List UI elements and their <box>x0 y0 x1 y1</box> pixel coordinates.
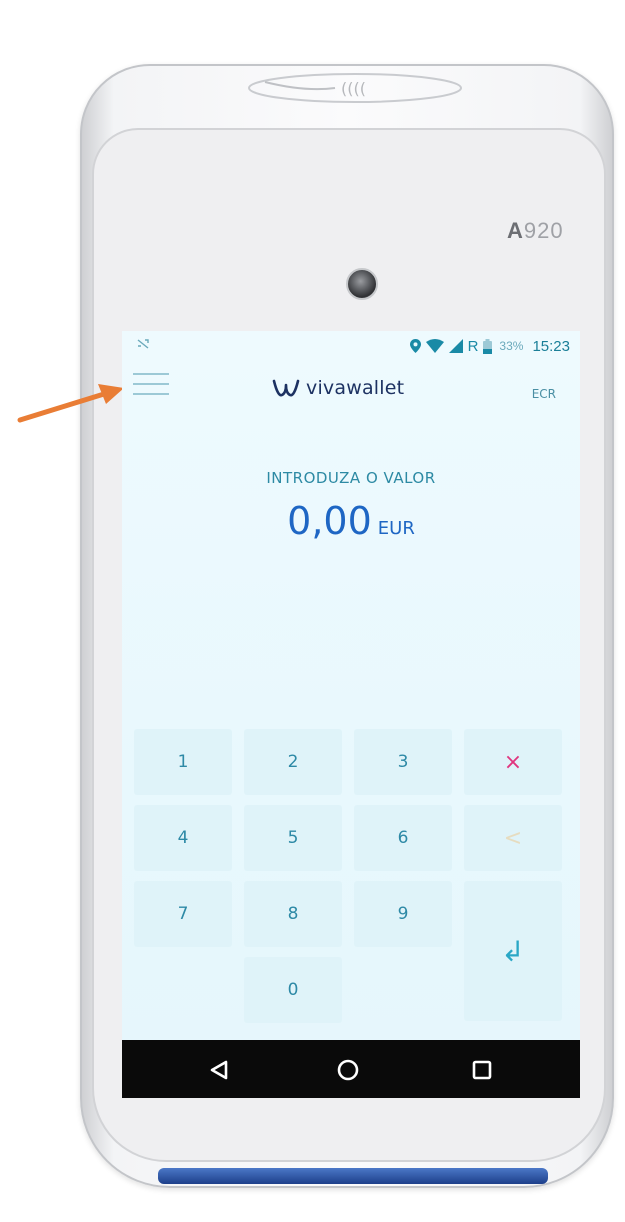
device-bottom-strip <box>158 1168 548 1184</box>
app-screen: R 33% 15:23 vivawallet ECR INTRODUZA O V… <box>122 331 580 1098</box>
brand-name: vivawallet <box>306 377 405 399</box>
status-bar: R 33% 15:23 <box>122 331 580 359</box>
keypad-key-0[interactable]: 0 <box>244 957 342 1023</box>
wifi-icon <box>425 339 444 353</box>
keypad-key-7[interactable]: 7 <box>134 881 232 947</box>
amount-value: 0,00 <box>287 499 372 543</box>
battery-icon <box>483 338 493 354</box>
cell-signal-icon <box>448 339 463 353</box>
keypad-key-9[interactable]: 9 <box>354 881 452 947</box>
keypad-key-1[interactable]: 1 <box>134 729 232 795</box>
keypad-enter-button[interactable]: ↲ <box>464 881 562 1021</box>
contactless-icon: (((( <box>248 73 462 103</box>
recents-square-icon[interactable] <box>466 1054 498 1086</box>
keypad-key-8[interactable]: 8 <box>244 881 342 947</box>
hamburger-menu-icon[interactable] <box>133 373 169 399</box>
keypad-clear-button[interactable]: × <box>464 729 562 795</box>
device-model-label: A920 <box>507 218 564 243</box>
ecr-button[interactable]: ECR <box>532 387 556 401</box>
amount-display: 0,00 EUR <box>122 499 580 543</box>
network-label: R <box>467 337 479 355</box>
annotation-arrow-icon <box>17 384 124 423</box>
keypad-key-5[interactable]: 5 <box>244 805 342 871</box>
keypad-key-2[interactable]: 2 <box>244 729 342 795</box>
keypad-key-4[interactable]: 4 <box>134 805 232 871</box>
svg-text:((((: (((( <box>341 79 366 98</box>
keypad-key-6[interactable]: 6 <box>354 805 452 871</box>
navigation-bar <box>122 1040 580 1098</box>
signal-off-icon <box>137 339 149 349</box>
clock: 15:23 <box>532 337 570 355</box>
home-circle-icon[interactable] <box>332 1054 364 1086</box>
amount-prompt: INTRODUZA O VALOR <box>266 469 436 487</box>
brand-logo: vivawallet <box>272 377 404 399</box>
amount-currency: EUR <box>377 518 415 539</box>
battery-percent: 33% <box>499 339 524 353</box>
viva-wallet-logo-icon <box>272 379 300 397</box>
back-triangle-icon[interactable] <box>204 1054 236 1086</box>
device-camera <box>346 268 378 300</box>
location-icon <box>409 339 421 353</box>
keypad-backspace-button[interactable]: < <box>464 805 562 871</box>
keypad-key-3[interactable]: 3 <box>354 729 452 795</box>
